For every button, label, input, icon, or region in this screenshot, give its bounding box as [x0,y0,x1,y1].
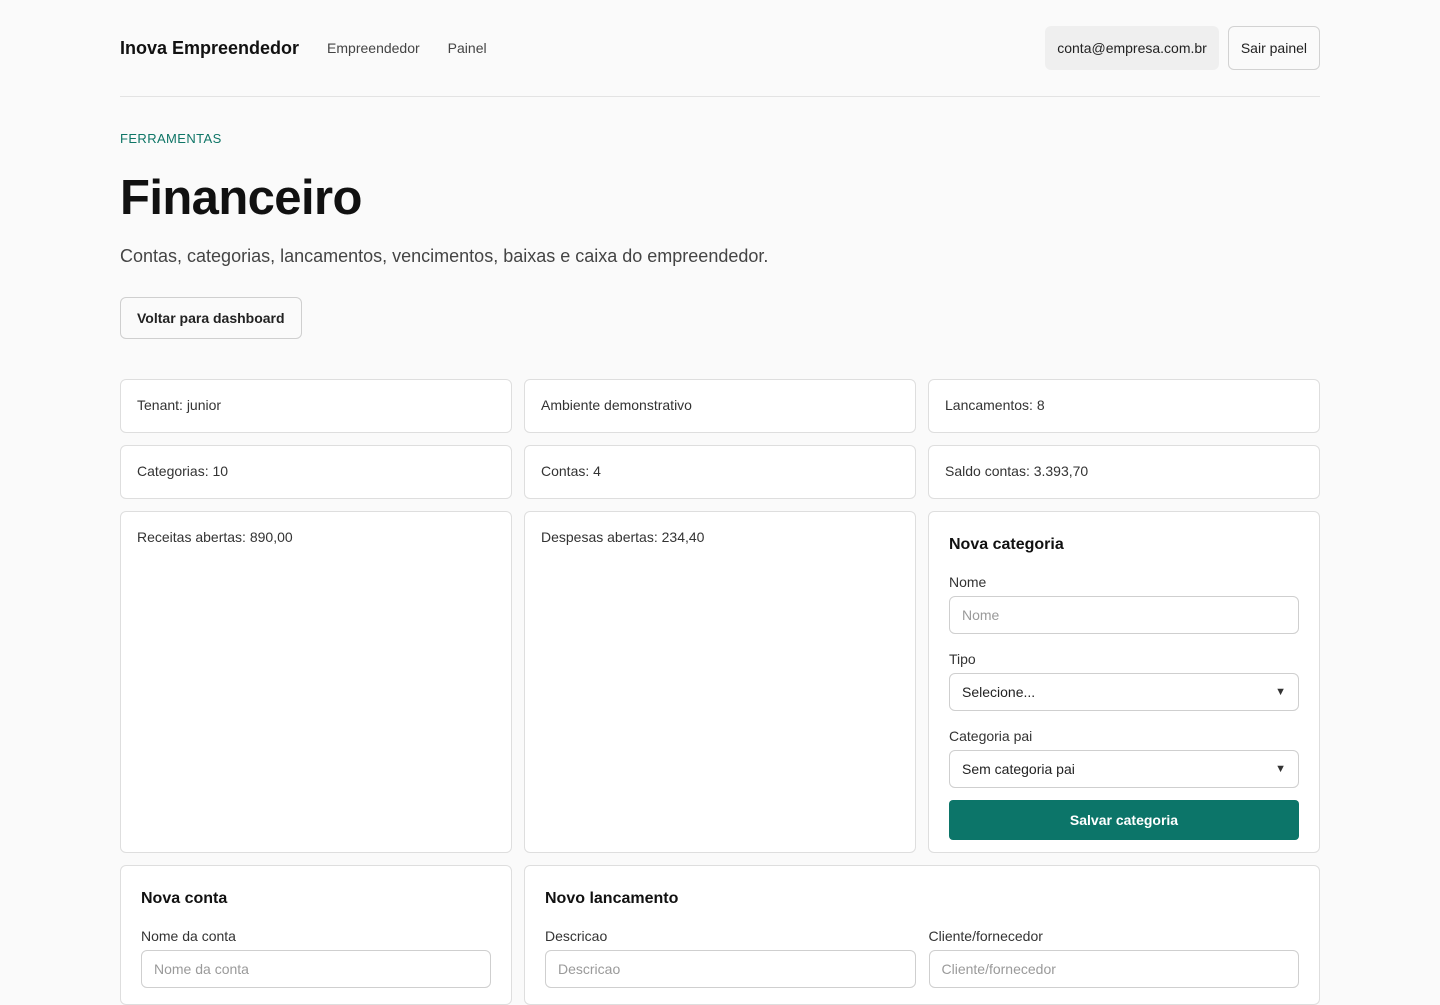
new-account-title: Nova conta [141,890,228,907]
header-actions: conta@empresa.com.br Sair painel [1045,26,1320,70]
stat-open-expenses-text: Despesas abertas: 234,40 [541,529,705,545]
stat-tenant-text: Tenant: junior [137,397,222,413]
nav-link-empreendedor[interactable]: Empreendedor [327,40,420,56]
chevron-down-icon: ▼ [1275,686,1286,698]
stat-open-income-text: Receitas abertas: 890,00 [137,529,293,545]
account-name-input[interactable] [141,950,491,988]
new-category-form: Nova categoria Nome Tipo Selecione... ▼ … [928,511,1320,853]
chevron-down-icon: ▼ [1275,763,1286,775]
top-navbar: Inova Empreendedor Empreendedor Painel c… [120,0,1320,97]
stat-entries-text: Lancamentos: 8 [945,397,1045,413]
stat-card-categories: Categorias: 10 [120,445,512,499]
page-title: Financeiro [120,171,362,225]
back-to-dashboard-button[interactable]: Voltar para dashboard [120,297,302,339]
stat-card-open-income: Receitas abertas: 890,00 [120,511,512,853]
stat-card-environment: Ambiente demonstrativo [524,379,916,433]
stat-accounts-text: Contas: 4 [541,463,601,479]
stat-card-open-expenses: Despesas abertas: 234,40 [524,511,916,853]
category-type-select[interactable]: Selecione... ▼ [949,673,1299,711]
category-parent-select[interactable]: Sem categoria pai ▼ [949,750,1299,788]
section-eyebrow: FERRAMENTAS [120,131,222,146]
entry-description-label: Descricao [545,928,608,944]
stat-balance-text: Saldo contas: 3.393,70 [945,463,1089,479]
category-type-label: Tipo [949,651,976,667]
category-type-value: Selecione... [962,684,1036,700]
new-category-title: Nova categoria [949,536,1064,553]
category-name-label: Nome [949,574,987,590]
stat-categories-text: Categorias: 10 [137,463,229,479]
user-email-chip: conta@empresa.com.br [1045,26,1219,70]
save-category-button[interactable]: Salvar categoria [949,800,1299,840]
stat-card-entries: Lancamentos: 8 [928,379,1320,433]
new-account-form: Nova conta Nome da conta [120,865,512,1005]
category-parent-value: Sem categoria pai [962,761,1075,777]
stat-card-tenant: Tenant: junior [120,379,512,433]
account-name-label: Nome da conta [141,928,236,944]
brand-logo-text[interactable]: Inova Empreendedor [120,38,299,59]
entry-party-label: Cliente/fornecedor [928,928,1043,944]
page-subtitle: Contas, categorias, lancamentos, vencime… [120,246,769,266]
category-parent-label: Categoria pai [949,728,1033,744]
page-container: Inova Empreendedor Empreendedor Painel c… [120,0,1320,1005]
logout-button[interactable]: Sair painel [1227,26,1320,70]
new-entry-form: Novo lancamento Descricao Cliente/fornec… [524,865,1320,1005]
entry-description-input[interactable] [545,950,916,988]
stat-environment-text: Ambiente demonstrativo [541,397,692,413]
nav-link-painel[interactable]: Painel [448,40,487,56]
entry-party-input[interactable] [928,950,1299,988]
stat-card-balance: Saldo contas: 3.393,70 [928,445,1320,499]
stat-card-accounts: Contas: 4 [524,445,916,499]
new-entry-title: Novo lancamento [545,890,679,907]
category-name-input[interactable] [949,596,1299,634]
brand-nav-group: Inova Empreendedor Empreendedor Painel [120,38,515,59]
